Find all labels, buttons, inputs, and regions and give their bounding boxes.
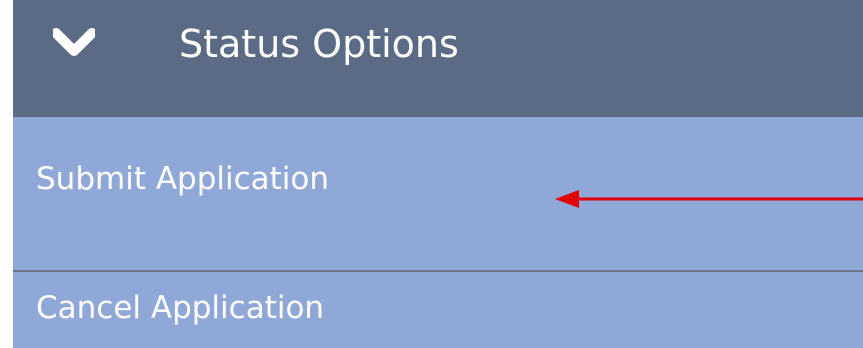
cancel-application-option[interactable]: Cancel Application xyxy=(13,272,863,348)
status-options-title: Status Options xyxy=(179,22,459,66)
status-options-toggle[interactable]: Status Options xyxy=(13,0,863,92)
submit-application-label: Submit Application xyxy=(36,161,330,197)
cancel-application-label: Cancel Application xyxy=(36,290,325,326)
status-options-panel: Status Options Submit Application Cancel… xyxy=(13,0,863,348)
status-options-list: Submit Application Cancel Application xyxy=(13,117,863,348)
status-options-header: Status Options xyxy=(13,0,863,117)
chevron-down-icon xyxy=(53,28,95,56)
red-arrow-left-icon xyxy=(555,190,863,208)
